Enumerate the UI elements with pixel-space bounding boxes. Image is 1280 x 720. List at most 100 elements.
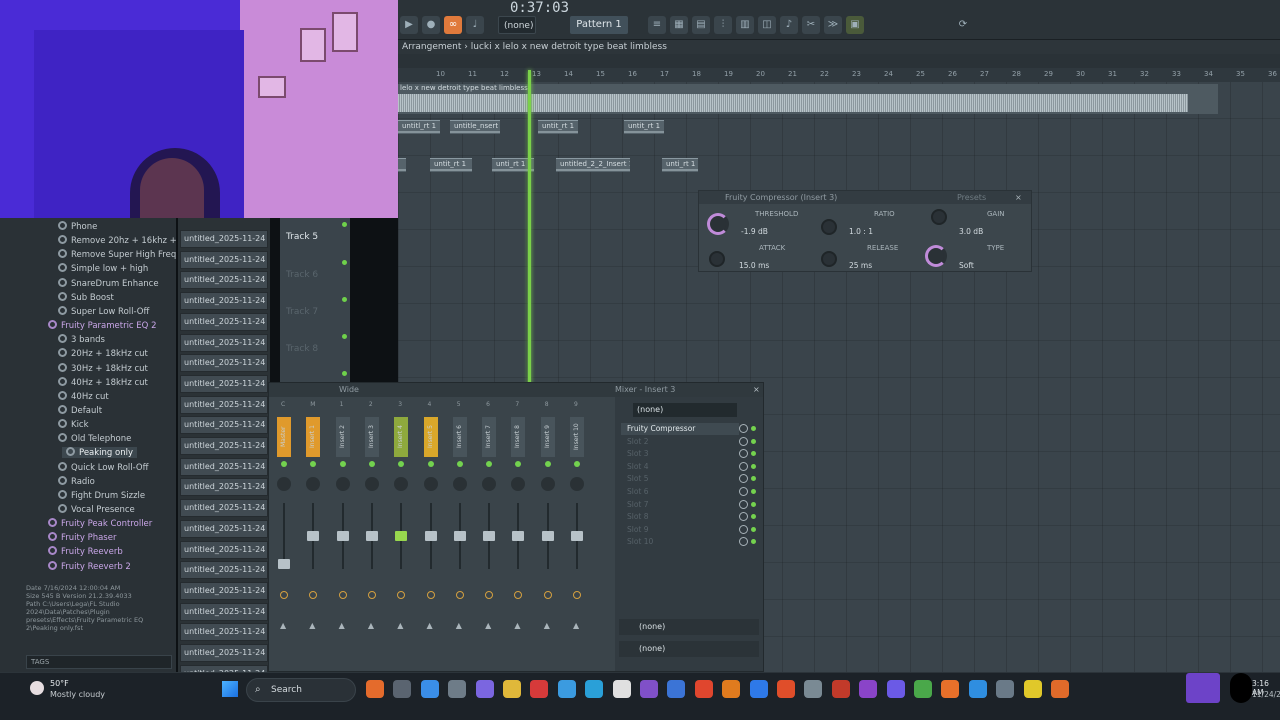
taskbar-app-icon[interactable] bbox=[1023, 680, 1042, 698]
pattern-picker-item[interactable]: untitled_2025-11-24 02- bbox=[180, 499, 268, 518]
pan-knob[interactable] bbox=[570, 477, 584, 491]
pattern-selector[interactable]: Pattern 1 bbox=[570, 16, 628, 34]
slot-mix-knob[interactable] bbox=[739, 474, 748, 484]
slot-mix-knob[interactable] bbox=[739, 499, 748, 509]
pan-knob[interactable] bbox=[423, 477, 438, 491]
mixer-strip[interactable]: C Master ▲ bbox=[273, 401, 299, 651]
weather-temp[interactable]: 50°F bbox=[50, 679, 69, 688]
pattern-picker-item[interactable]: untitled_2025-11-24 02- bbox=[180, 271, 268, 290]
slot-enable-led[interactable] bbox=[751, 426, 756, 431]
browser-plugin-item[interactable]: Fruity Phaser bbox=[48, 532, 116, 543]
output-routing[interactable]: (none) bbox=[619, 641, 759, 657]
taskbar-app-icon[interactable] bbox=[612, 680, 631, 698]
slot-enable-led[interactable] bbox=[751, 463, 756, 469]
input-routing[interactable]: (none) bbox=[619, 619, 759, 635]
route-knob[interactable] bbox=[367, 591, 376, 599]
pan-knob[interactable] bbox=[364, 477, 379, 491]
play-arrow-icon[interactable]: ▶ bbox=[400, 16, 418, 34]
mixer-strip[interactable]: 2 Insert 3 ▲ bbox=[361, 401, 387, 651]
browser-plugin-item[interactable]: Fruity Parametric EQ 2 bbox=[48, 320, 156, 331]
taskbar-app-icon[interactable] bbox=[859, 680, 878, 698]
close-icon[interactable]: × bbox=[753, 383, 760, 397]
route-knob[interactable] bbox=[573, 591, 581, 599]
slot-enable-led[interactable] bbox=[751, 476, 756, 482]
volume-fader[interactable] bbox=[336, 531, 349, 541]
route-knob[interactable] bbox=[543, 591, 552, 599]
browser-preset-item[interactable]: Remove Super High Freq bbox=[58, 249, 176, 260]
pattern-clip[interactable]: untit_rt 1 bbox=[538, 120, 578, 134]
forward-icon[interactable]: ≫ bbox=[824, 16, 842, 34]
pattern-picker-item[interactable]: untitled_2025-11-24 02- bbox=[180, 623, 268, 642]
taskbar-app-icon[interactable] bbox=[585, 680, 604, 698]
effect-slot[interactable]: Fruity Compressor bbox=[621, 423, 739, 435]
route-knob[interactable] bbox=[309, 591, 318, 599]
track-mute-led[interactable] bbox=[342, 297, 347, 302]
slot-enable-led[interactable] bbox=[751, 451, 756, 457]
start-button[interactable] bbox=[222, 681, 238, 697]
browser-preset-item[interactable]: 40Hz + 18kHz cut bbox=[58, 376, 148, 388]
browser-icon[interactable]: ▥ bbox=[736, 16, 754, 34]
strip-enable-led[interactable] bbox=[281, 461, 287, 467]
metronome-icon[interactable]: ♩ bbox=[466, 16, 484, 34]
route-arrow-icon[interactable]: ▲ bbox=[339, 621, 345, 630]
ratio-knob[interactable] bbox=[821, 219, 837, 235]
volume-fader[interactable] bbox=[483, 531, 496, 541]
mixer-titlebar[interactable]: Wide Mixer - Insert 3 × bbox=[269, 383, 763, 397]
track-mute-led[interactable] bbox=[342, 222, 347, 227]
route-arrow-icon[interactable]: ▲ bbox=[427, 621, 433, 630]
effect-slot[interactable]: Slot 2 bbox=[621, 436, 739, 448]
channel-rack-icon[interactable]: ▤ bbox=[692, 16, 710, 34]
notification-badge[interactable] bbox=[1230, 673, 1252, 703]
piano-roll-icon[interactable]: ▦ bbox=[670, 16, 688, 34]
volume-fader[interactable] bbox=[307, 531, 320, 541]
pattern-picker-item[interactable]: untitled_2025-11-24 02- bbox=[180, 354, 268, 373]
route-arrow-icon[interactable]: ▲ bbox=[544, 621, 550, 630]
route-arrow-icon[interactable]: ▲ bbox=[573, 621, 579, 630]
mixer-icon[interactable]: ⫶ bbox=[714, 16, 732, 34]
volume-fader[interactable] bbox=[512, 531, 525, 541]
browser-preset-item[interactable]: SnareDrum Enhance bbox=[58, 277, 159, 289]
strip-enable-led[interactable] bbox=[310, 461, 317, 467]
mixer-strip[interactable]: M Insert 1 ▲ bbox=[302, 401, 328, 651]
insert-preset-select[interactable]: (none) bbox=[633, 403, 737, 417]
clock-date[interactable]: 11/24/2025 bbox=[1252, 690, 1280, 699]
taskbar-app-icon[interactable] bbox=[640, 680, 658, 698]
pattern-picker-item[interactable]: untitled_2025-11-24 02- bbox=[180, 540, 268, 559]
browser-preset-item[interactable]: 20Hz + 18kHz cut bbox=[58, 348, 148, 359]
pattern-clip[interactable] bbox=[398, 158, 406, 172]
taskbar-app-icon[interactable] bbox=[694, 680, 713, 698]
browser-preset-item[interactable]: Vocal Presence bbox=[58, 504, 135, 515]
plugin-db-icon[interactable]: ◫ bbox=[758, 16, 776, 34]
browser-plugin-item[interactable]: Fruity Reeverb bbox=[48, 546, 123, 557]
browser-preset-item[interactable]: Super Low Roll-Off bbox=[58, 305, 149, 317]
pan-knob[interactable] bbox=[335, 477, 350, 491]
presets-button[interactable]: Presets bbox=[957, 191, 986, 204]
pan-knob[interactable] bbox=[482, 477, 497, 491]
taskbar-app-icon[interactable] bbox=[996, 680, 1015, 698]
effect-slot[interactable]: Slot 9 bbox=[621, 524, 739, 536]
taskbar-app-icon[interactable] bbox=[503, 680, 521, 698]
browser-plugin-item[interactable]: Fruity Reeverb 2 bbox=[48, 560, 131, 572]
slot-mix-knob[interactable] bbox=[739, 524, 748, 534]
playlist-icon[interactable]: ≡ bbox=[648, 16, 666, 34]
volume-fader[interactable] bbox=[278, 559, 290, 569]
close-icon[interactable]: × bbox=[1015, 191, 1022, 204]
release-knob[interactable] bbox=[821, 251, 837, 267]
browser-preset-item[interactable]: 3 bands bbox=[58, 334, 105, 345]
track-mute-led[interactable] bbox=[342, 334, 347, 339]
threshold-knob[interactable] bbox=[707, 213, 729, 235]
pattern-picker-item[interactable]: untitled_2025-11-24 02- bbox=[180, 230, 268, 248]
strip-enable-led[interactable] bbox=[486, 461, 493, 467]
cpu-icon[interactable]: ▣ bbox=[846, 16, 864, 34]
effect-slot[interactable]: Slot 8 bbox=[621, 511, 739, 523]
pattern-clip[interactable]: untit_rt 1 bbox=[624, 120, 664, 134]
taskbar-app-icon[interactable] bbox=[475, 680, 494, 698]
taskbar-app-icon[interactable] bbox=[667, 680, 686, 698]
pattern-picker-item[interactable]: untitled_2025-11-24 02- bbox=[180, 478, 268, 497]
browser-preset-item[interactable]: Quick Low Roll-Off bbox=[58, 461, 148, 473]
slot-enable-led[interactable] bbox=[751, 501, 756, 507]
volume-fader[interactable] bbox=[453, 531, 466, 541]
taskbar-app-icon[interactable] bbox=[804, 680, 823, 698]
effect-slot[interactable]: Slot 3 bbox=[621, 448, 739, 460]
mixer-strip[interactable]: 7 Insert 8 ▲ bbox=[507, 401, 533, 651]
